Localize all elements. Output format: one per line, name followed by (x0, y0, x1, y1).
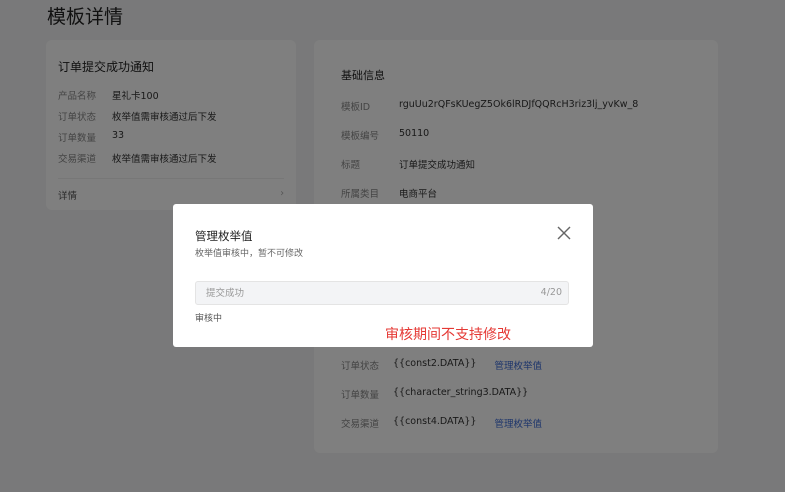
char-counter: 4/20 (540, 287, 562, 298)
enum-value-input[interactable] (206, 286, 506, 297)
review-status: 审核中 (195, 314, 223, 324)
close-icon[interactable] (555, 224, 573, 242)
modal-subtitle: 枚举值审核中，暂不可修改 (195, 249, 304, 259)
review-note: 审核期间不支持修改 (385, 327, 511, 343)
manage-enum-modal: 管理枚举值 枚举值审核中，暂不可修改 4/20 审核中 审核期间不支持修改 (173, 204, 593, 347)
modal-title: 管理枚举值 (195, 229, 253, 243)
enum-value-field[interactable]: 4/20 (195, 281, 569, 305)
